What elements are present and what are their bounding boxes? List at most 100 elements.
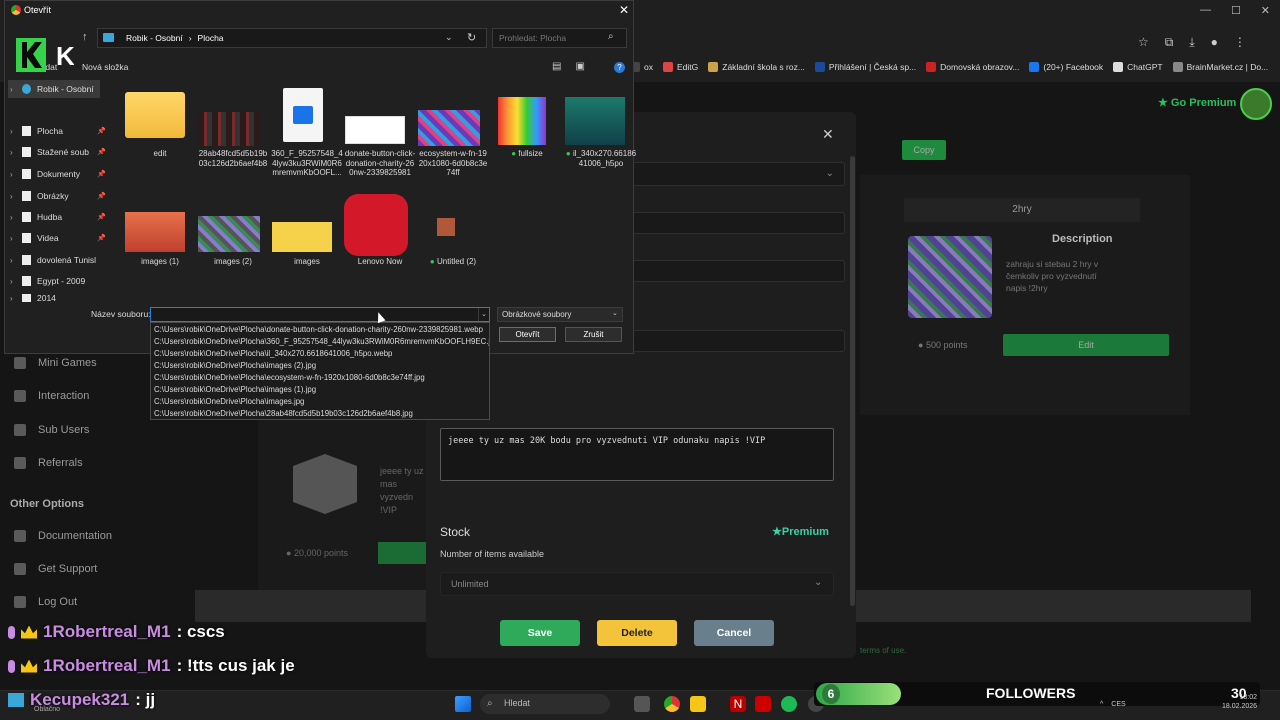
file-item-label[interactable]: images (1) — [124, 257, 196, 267]
nav-item[interactable]: › Stažené soub 📌 — [10, 143, 106, 161]
left-card-button[interactable] — [378, 542, 430, 564]
menu-item-sub-users[interactable]: Sub Users — [14, 424, 89, 436]
nav-item[interactable]: › 2014 — [10, 294, 106, 302]
new-folder-button[interactable]: Nová složka — [82, 62, 128, 72]
image-thumbnail[interactable] — [198, 216, 260, 252]
nav-item[interactable]: › Obrázky 📌 — [10, 187, 106, 205]
nav-item[interactable]: › Videa 📌 — [10, 229, 106, 247]
bookmark-item[interactable]: BrainMarket.cz | Do... — [1172, 62, 1268, 72]
folder-icon[interactable] — [125, 92, 185, 138]
windows-start-icon[interactable] — [455, 696, 471, 712]
breadcrumb-item[interactable]: Robik - Osobní — [126, 33, 183, 47]
clock[interactable]: 13:02 18.02.2026 — [1222, 693, 1257, 711]
image-thumbnail[interactable] — [283, 88, 323, 142]
modal-scrollbar[interactable] — [850, 156, 855, 606]
terms-link[interactable]: terms of use. — [860, 646, 906, 655]
tray-expand-icon[interactable]: ^ — [1100, 701, 1103, 708]
image-thumbnail[interactable] — [437, 218, 455, 236]
image-thumbnail[interactable] — [198, 112, 260, 146]
cancel-button[interactable]: Zrušit — [565, 327, 622, 342]
close-window-button[interactable]: ✕ — [1261, 4, 1270, 22]
file-item-label[interactable]: images — [271, 257, 343, 267]
nav-item[interactable]: › Dokumenty 📌 — [10, 165, 106, 183]
avatar[interactable] — [1240, 88, 1272, 120]
view-mode-icon[interactable]: ▤ — [552, 61, 561, 75]
expand-icon[interactable]: › — [10, 213, 16, 222]
refresh-icon[interactable]: ↻ — [467, 31, 476, 44]
autocomplete-item[interactable]: C:\Users\robik\OneDrive\Plocha\images (1… — [154, 385, 489, 394]
autocomplete-item[interactable]: C:\Users\robik\OneDrive\Plocha\images (2… — [154, 361, 489, 370]
expand-icon[interactable]: › — [10, 234, 16, 243]
image-thumbnail[interactable] — [498, 97, 546, 145]
file-item-label[interactable]: 360_F_95257548_44lyw3ku3RWiM0R6mremvmKbO… — [271, 149, 343, 178]
chevron-down-icon[interactable]: ⌄ — [445, 32, 453, 43]
bookmark-item[interactable]: EditG — [662, 62, 698, 72]
taskbar-search[interactable]: Hledat — [480, 694, 610, 714]
download-icon[interactable]: ⤓ — [1189, 35, 1194, 50]
stock-select[interactable]: Unlimited — [440, 572, 834, 596]
autocomplete-item[interactable]: C:\Users\robik\OneDrive\Plocha\28ab48fcd… — [154, 409, 489, 418]
bookmark-item[interactable]: Základní škola s roz... — [708, 62, 805, 72]
autocomplete-item[interactable]: C:\Users\robik\OneDrive\Plocha\donate-bu… — [154, 325, 489, 334]
expand-icon[interactable]: › — [10, 85, 16, 94]
task-view-icon[interactable] — [634, 696, 650, 712]
image-thumbnail[interactable] — [418, 110, 480, 146]
maximize-button[interactable]: ☐ — [1231, 4, 1241, 22]
file-item-label[interactable]: donate-button-click-donation-charity-260… — [344, 149, 416, 178]
autocomplete-item[interactable]: C:\Users\robik\OneDrive\Plocha\il_340x27… — [154, 349, 489, 358]
lenovo-icon[interactable] — [755, 696, 771, 712]
file-item-label[interactable]: Lenovo Now — [344, 257, 416, 267]
star-icon[interactable]: ☆ — [1138, 35, 1149, 49]
file-explorer-icon[interactable] — [690, 696, 706, 712]
netflix-icon[interactable]: N — [730, 696, 746, 712]
close-icon[interactable]: ✕ — [822, 126, 834, 143]
minimize-button[interactable]: — — [1200, 4, 1211, 22]
nav-item[interactable]: › Hudba 📌 — [10, 208, 106, 226]
file-item-label[interactable]: ecosystem-w-fn-1920x1080-6d0b8c3e74ff — [417, 149, 489, 178]
autocomplete-item[interactable]: C:\Users\robik\OneDrive\Plocha\images.jp… — [154, 397, 489, 406]
expand-icon[interactable]: › — [10, 170, 16, 179]
save-button[interactable]: Save — [500, 620, 580, 646]
autocomplete-item[interactable]: C:\Users\robik\OneDrive\Plocha\ecosystem… — [154, 373, 489, 382]
close-icon[interactable]: ✕ — [619, 3, 629, 17]
menu-item-referrals[interactable]: Referrals — [14, 457, 83, 469]
spotify-icon[interactable] — [781, 696, 797, 712]
address-bar[interactable]: Robik - Osobní › Plocha — [97, 28, 487, 48]
expand-icon[interactable]: › — [10, 294, 16, 302]
image-thumbnail[interactable] — [345, 116, 405, 144]
image-thumbnail[interactable] — [272, 222, 332, 252]
expand-icon[interactable]: › — [10, 256, 16, 265]
profile-icon[interactable]: ● — [1211, 35, 1218, 49]
bookmark-item[interactable]: (20+) Facebook — [1029, 62, 1103, 72]
filename-input[interactable] — [150, 307, 490, 322]
menu-icon[interactable]: ⋮ — [1234, 35, 1246, 49]
app-icon[interactable] — [344, 194, 408, 256]
preview-pane-icon[interactable]: ▣ — [575, 61, 584, 75]
file-item-label[interactable]: ● il_340x270.6618641006_h5po — [565, 149, 637, 168]
expand-icon[interactable]: › — [10, 277, 16, 286]
bookmark-item[interactable]: Přihlášení | Česká sp... — [814, 62, 916, 72]
card-edit-button[interactable]: Edit — [1003, 334, 1169, 356]
menu-item-mini-games[interactable]: Mini Games — [14, 357, 97, 369]
nav-item[interactable]: › Egypt - 2009 — [10, 272, 106, 290]
cancel-button[interactable]: Cancel — [694, 620, 774, 646]
file-item-label[interactable]: edit — [124, 149, 196, 159]
extensions-icon[interactable]: ⧉ — [1165, 35, 1174, 50]
menu-item-interaction[interactable]: Interaction — [14, 390, 89, 402]
menu-item-documentation[interactable]: Documentation — [14, 530, 112, 542]
bookmark-item[interactable]: ChatGPT — [1113, 62, 1163, 72]
file-item-label[interactable]: 28ab48fcd5d5b19b03c126d2b6aef4b8 — [197, 149, 269, 168]
expand-icon[interactable]: › — [10, 148, 16, 157]
image-thumbnail[interactable] — [565, 97, 625, 145]
menu-item-get-support[interactable]: Get Support — [14, 563, 97, 575]
chevron-down-icon[interactable]: ⌄ — [478, 308, 489, 321]
chrome-icon[interactable] — [664, 696, 680, 712]
file-item-label[interactable]: images (2) — [197, 257, 269, 267]
file-type-select[interactable]: Obrázkové soubory — [497, 307, 623, 322]
autocomplete-item[interactable]: C:\Users\robik\OneDrive\Plocha\360_F_952… — [154, 337, 489, 346]
expand-icon[interactable]: › — [10, 127, 16, 136]
bookmark-item[interactable]: Domovská obrazov... — [926, 62, 1019, 72]
nav-item[interactable]: › dovolená Tunisl — [10, 251, 106, 269]
nav-item[interactable]: › Plocha 📌 — [10, 122, 106, 140]
image-thumbnail[interactable] — [125, 212, 185, 252]
